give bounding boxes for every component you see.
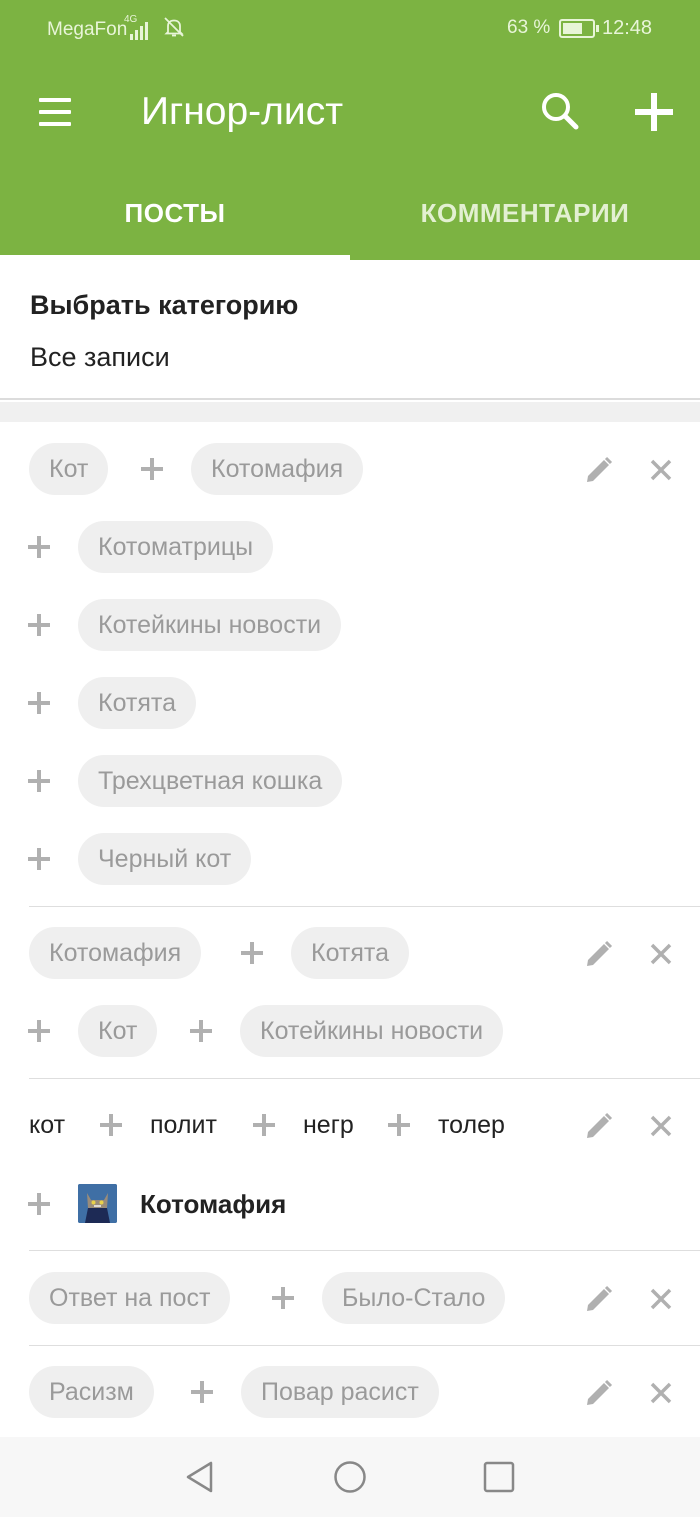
plus-icon[interactable] [630,88,678,136]
tag-chip[interactable]: Котейкины новости [240,1005,504,1057]
keyword: толер [438,1111,505,1139]
tag-chip[interactable]: Котейкины новости [78,599,342,651]
close-icon[interactable] [649,1287,673,1311]
community-name[interactable]: Котомафия [140,1178,286,1230]
tab-comments-label: КОММЕНТАРИИ [420,198,630,228]
close-icon[interactable] [649,1114,673,1138]
tag-chip[interactable]: Ответ на пост [29,1272,231,1324]
plus-icon [272,1287,294,1309]
tab-posts-label: ПОСТЫ [124,198,226,228]
tag-chip[interactable]: Черный кот [78,833,252,885]
tag-chip[interactable]: Котята [78,677,196,729]
tag-chip[interactable]: Котоматрицы [78,521,274,573]
carrier-name: MegaFon [47,19,128,40]
page-title: Игнор-лист [141,90,344,133]
plus-icon [28,614,50,636]
tag-chip[interactable]: Котомафия [29,927,202,979]
battery-icon [559,19,599,38]
plus-icon [253,1114,275,1136]
plus-icon [28,1193,50,1215]
keyword: негр [303,1111,354,1139]
pencil-icon[interactable] [584,1111,614,1141]
battery-percent: 63 % [507,17,551,38]
app-bar: MegaFon 4G 63 % 12:48 Игнор-лист ПОСТЫ К… [0,0,700,260]
signal-icon: 4G [124,14,148,40]
back-triangle-icon[interactable] [182,1459,218,1495]
close-icon[interactable] [649,1381,673,1405]
category-selector[interactable]: Выбрать категорию Все записи [0,262,700,400]
divider [29,1345,700,1346]
divider-band [0,402,700,422]
close-icon[interactable] [649,458,673,482]
divider [29,1078,700,1079]
tab-indicator [0,255,350,260]
tag-chip[interactable]: Было-Стало [322,1272,506,1324]
network-type: 4G [124,14,138,25]
plus-icon [28,692,50,714]
tab-posts[interactable]: ПОСТЫ [0,185,350,260]
tag-chip[interactable]: Котомафия [191,443,364,495]
tag-chip[interactable]: Расизм [29,1366,154,1418]
divider [29,906,700,907]
clock: 12:48 [602,17,653,39]
system-nav-bar [0,1437,700,1517]
pencil-icon[interactable] [584,939,614,969]
tag-chip[interactable]: Кот [78,1005,158,1057]
plus-icon [100,1114,122,1136]
keyword: полит [150,1111,217,1139]
status-bar: MegaFon 4G 63 % 12:48 [0,0,700,60]
category-value: Все записи [30,342,170,372]
divider [29,1250,700,1251]
tag-chip[interactable]: Кот [29,443,109,495]
plus-icon [28,770,50,792]
close-icon[interactable] [649,942,673,966]
plus-icon [28,848,50,870]
home-circle-icon[interactable] [332,1459,368,1495]
plus-icon [190,1020,212,1042]
search-icon[interactable] [537,88,581,132]
plus-icon [388,1114,410,1136]
plus-icon [28,536,50,558]
pencil-icon[interactable] [584,1378,614,1408]
tag-chip[interactable]: Повар расист [241,1366,439,1418]
keyword: кот [29,1111,66,1139]
plus-icon [241,942,263,964]
muted-bell-icon [164,17,184,37]
hamburger-menu-icon[interactable] [35,92,75,132]
category-label: Выбрать категорию [30,290,299,320]
plus-icon [28,1020,50,1042]
plus-icon [191,1381,213,1403]
pencil-icon[interactable] [584,455,614,485]
community-avatar [78,1184,117,1223]
recent-square-icon[interactable] [481,1459,517,1495]
tab-comments[interactable]: КОММЕНТАРИИ [350,185,700,260]
tag-chip[interactable]: Котята [291,927,409,979]
pencil-icon[interactable] [584,1284,614,1314]
plus-icon [141,458,163,480]
tag-chip[interactable]: Трехцветная кошка [78,755,343,807]
